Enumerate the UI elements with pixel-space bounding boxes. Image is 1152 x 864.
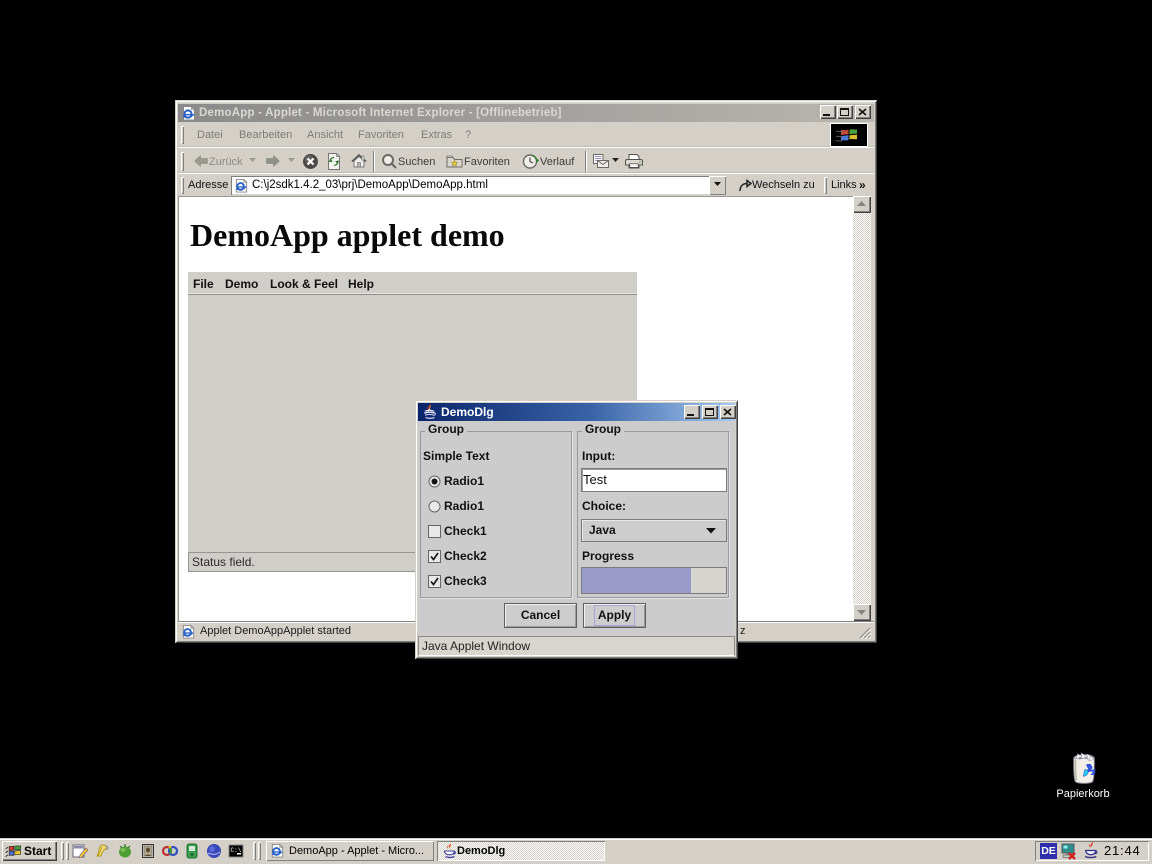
svg-text:C:\: C:\ [231,847,242,854]
